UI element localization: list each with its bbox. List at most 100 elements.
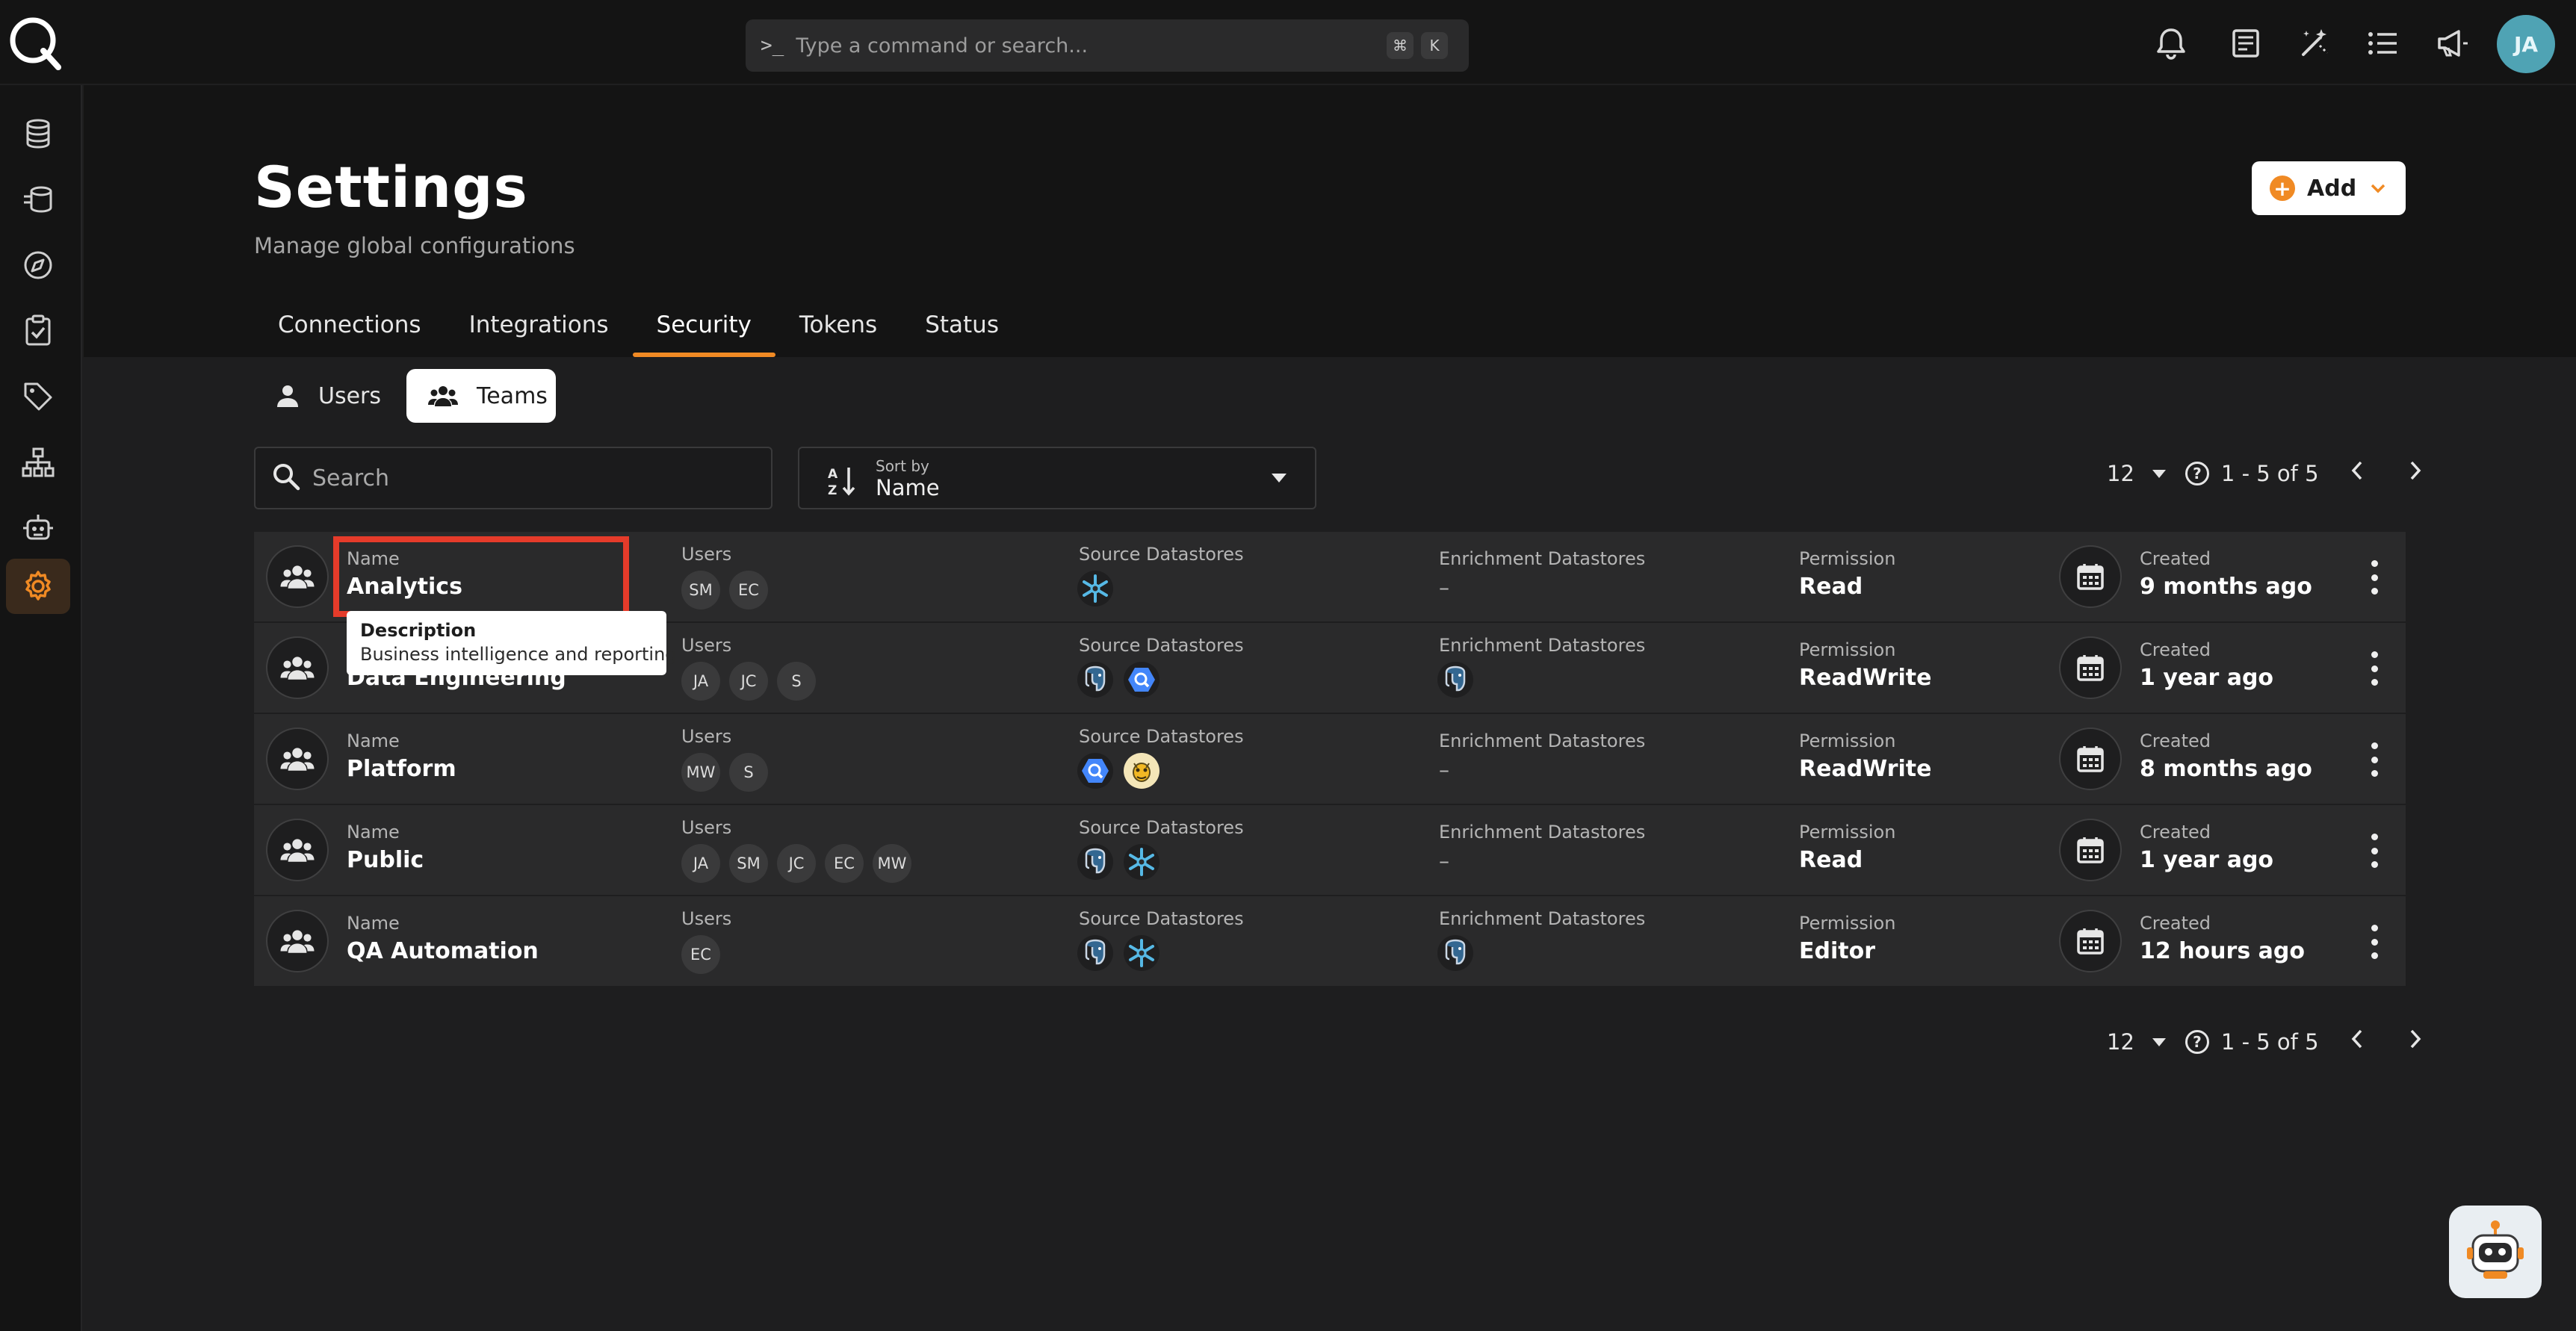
group-icon bbox=[427, 384, 459, 408]
postgres-icon[interactable] bbox=[1437, 662, 1473, 698]
bigquery-icon[interactable] bbox=[1077, 753, 1113, 789]
chevron-right-icon[interactable] bbox=[2409, 460, 2422, 487]
name-label: Name bbox=[347, 822, 400, 843]
user-chip[interactable]: MW bbox=[681, 753, 720, 792]
user-chip[interactable]: S bbox=[729, 753, 768, 792]
page-size-caret-icon[interactable] bbox=[2152, 469, 2166, 478]
row-menu-icon[interactable] bbox=[2359, 834, 2389, 868]
tab-tokens[interactable]: Tokens bbox=[775, 306, 901, 357]
calendar-icon bbox=[2059, 727, 2122, 790]
database-icon[interactable] bbox=[6, 106, 70, 161]
chevron-left-icon[interactable] bbox=[2350, 460, 2364, 487]
page-size-select[interactable]: 12 bbox=[2107, 1029, 2134, 1055]
page-range: 1 - 5 of 5 bbox=[2220, 1029, 2319, 1055]
k-key-hint: K bbox=[1421, 32, 1448, 59]
user-chip[interactable]: JA bbox=[681, 844, 720, 883]
bell-icon[interactable] bbox=[2150, 22, 2192, 64]
row-menu-icon[interactable] bbox=[2359, 560, 2389, 595]
table-row[interactable]: Name Public Users JA SM JC EC MW Source … bbox=[254, 805, 2406, 896]
pagination-top: 12 ? 1 - 5 of 5 bbox=[2107, 455, 2422, 492]
snowflake-icon[interactable] bbox=[1124, 935, 1159, 971]
name-label: Name bbox=[347, 913, 400, 934]
enrichment-datastores-label: Enrichment Datastores bbox=[1439, 822, 1646, 843]
postgres-icon[interactable] bbox=[1077, 844, 1113, 880]
stacked-database-icon[interactable] bbox=[6, 172, 70, 227]
tab-connections[interactable]: Connections bbox=[254, 306, 445, 357]
page-size-caret-icon[interactable] bbox=[2152, 1037, 2166, 1046]
permission-label: Permission bbox=[1799, 822, 1896, 843]
row-menu-icon[interactable] bbox=[2359, 925, 2389, 959]
source-datastores-label: Source Datastores bbox=[1079, 908, 1244, 929]
search-input[interactable]: Search bbox=[254, 447, 773, 509]
help-icon[interactable]: ? bbox=[2185, 462, 2209, 485]
chevron-left-icon[interactable] bbox=[2350, 1028, 2364, 1055]
row-menu-icon[interactable] bbox=[2359, 651, 2389, 686]
user-chip[interactable]: SM bbox=[681, 571, 720, 609]
enrichment-datastores-label: Enrichment Datastores bbox=[1439, 548, 1646, 569]
pagination-bottom: 12 ? 1 - 5 of 5 bbox=[2107, 1023, 2422, 1061]
source-datastores bbox=[1077, 753, 1170, 789]
compass-icon[interactable] bbox=[6, 238, 70, 293]
clipboard-check-icon[interactable] bbox=[6, 303, 70, 359]
table-row[interactable]: Name Platform Users MW S Source Datastor… bbox=[254, 714, 2406, 805]
user-chip[interactable]: MW bbox=[873, 844, 911, 883]
tab-security[interactable]: Security bbox=[632, 306, 776, 357]
calendar-icon bbox=[2059, 910, 2122, 972]
tab-status[interactable]: Status bbox=[901, 306, 1023, 357]
list-icon[interactable] bbox=[2362, 22, 2404, 64]
table-row[interactable]: Name QA Automation Users EC Source Datas… bbox=[254, 896, 2406, 987]
sort-select[interactable]: AZ Sort by Name bbox=[798, 447, 1316, 509]
teams-toggle[interactable]: Teams bbox=[406, 369, 556, 423]
user-chip[interactable]: JA bbox=[681, 662, 720, 701]
magic-wand-icon[interactable] bbox=[2294, 22, 2335, 64]
enrichment-datastores-label: Enrichment Datastores bbox=[1439, 730, 1646, 751]
sort-alpha-icon: AZ bbox=[826, 465, 856, 500]
svg-text:Z: Z bbox=[828, 483, 837, 497]
name-label: Name bbox=[347, 730, 400, 751]
source-datastores bbox=[1077, 844, 1170, 880]
help-icon[interactable]: ? bbox=[2185, 1030, 2209, 1054]
page-size-select[interactable]: 12 bbox=[2107, 461, 2134, 486]
snowflake-icon[interactable] bbox=[1077, 571, 1113, 606]
user-chips: JA JC S bbox=[681, 662, 825, 701]
postgres-icon[interactable] bbox=[1077, 935, 1113, 971]
user-chip[interactable]: SM bbox=[729, 844, 768, 883]
megaphone-icon[interactable] bbox=[2431, 22, 2473, 64]
snowflake-icon[interactable] bbox=[1124, 844, 1159, 880]
document-icon[interactable] bbox=[2225, 22, 2267, 64]
user-chips: JA SM JC EC MW bbox=[681, 844, 920, 883]
user-avatar[interactable]: JA bbox=[2497, 15, 2555, 73]
team-name[interactable]: Platform bbox=[347, 756, 456, 782]
permission-label: Permission bbox=[1799, 639, 1896, 660]
chevron-right-icon[interactable] bbox=[2409, 1028, 2422, 1055]
hierarchy-icon[interactable] bbox=[6, 435, 70, 490]
row-menu-icon[interactable] bbox=[2359, 742, 2389, 777]
user-chip[interactable]: EC bbox=[825, 844, 864, 883]
user-chip[interactable]: S bbox=[777, 662, 816, 701]
robot-icon[interactable] bbox=[6, 500, 70, 556]
assistant-bot-button[interactable] bbox=[2449, 1206, 2542, 1298]
user-chip[interactable]: JC bbox=[729, 662, 768, 701]
page-subtitle: Manage global configurations bbox=[254, 233, 575, 258]
chevron-down-icon bbox=[2370, 179, 2386, 198]
app-logo[interactable] bbox=[7, 15, 63, 70]
gear-icon[interactable] bbox=[6, 559, 70, 614]
tab-integrations[interactable]: Integrations bbox=[445, 306, 633, 357]
source-datastores bbox=[1077, 662, 1170, 698]
user-chip[interactable]: JC bbox=[777, 844, 816, 883]
postgres-icon[interactable] bbox=[1077, 662, 1113, 698]
search-placeholder: Search bbox=[312, 465, 390, 491]
calendar-icon bbox=[2059, 545, 2122, 608]
bigquery-icon[interactable] bbox=[1124, 662, 1159, 698]
user-chip[interactable]: EC bbox=[681, 935, 720, 974]
tag-icon[interactable] bbox=[6, 369, 70, 424]
postgres-icon[interactable] bbox=[1437, 935, 1473, 971]
team-name[interactable]: QA Automation bbox=[347, 938, 539, 964]
created-value: 1 year ago bbox=[2140, 847, 2274, 873]
users-toggle[interactable]: Users bbox=[254, 369, 396, 423]
hive-icon[interactable] bbox=[1124, 753, 1159, 789]
add-button[interactable]: + Add bbox=[2252, 161, 2406, 215]
team-name[interactable]: Public bbox=[347, 847, 424, 873]
user-chip[interactable]: EC bbox=[729, 571, 768, 609]
command-search-bar[interactable]: >_ Type a command or search... ⌘ K bbox=[746, 19, 1469, 72]
